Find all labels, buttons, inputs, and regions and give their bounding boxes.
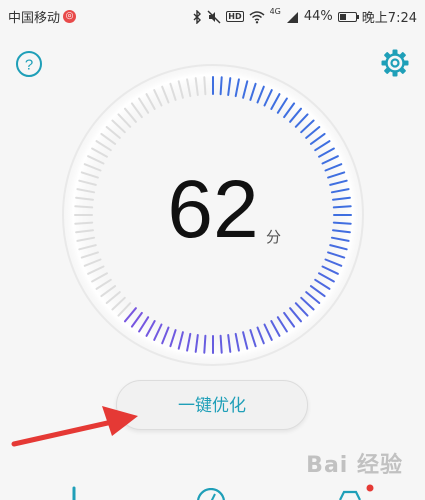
battery-level (339, 13, 347, 20)
gauge-tick (219, 76, 223, 96)
network-type: 4G (269, 7, 281, 16)
svg-text:?: ? (25, 57, 33, 74)
red-arrow-annotation (11, 406, 138, 447)
gear-icon[interactable] (380, 48, 410, 78)
battery-percent: 44% (303, 9, 333, 24)
bluetooth-icon (193, 9, 202, 24)
watermark-text: Bai 经验 (306, 453, 403, 478)
score-gauge (61, 63, 365, 367)
speed-icon[interactable] (196, 488, 226, 500)
carrier-badge-icon: ◎ (63, 10, 77, 23)
carrier-name: 中国移动 (8, 11, 61, 26)
cleaner-icon[interactable] (334, 484, 374, 500)
mute-icon (207, 10, 221, 23)
gauge-tick (332, 205, 352, 209)
status-left: 中国移动 ◎ (8, 7, 77, 26)
gauge-tick (74, 221, 94, 225)
battery-icon (337, 11, 359, 22)
gauge-tick (203, 334, 207, 354)
gauge-tick (332, 221, 352, 225)
signal-icon (286, 11, 298, 23)
hd-icon: HD (226, 11, 244, 22)
bottom-nav (0, 480, 425, 500)
status-right: HD 4G 44% 晚上7:24 (193, 7, 417, 26)
notification-dot (366, 484, 374, 492)
wifi-icon (249, 10, 265, 23)
phone-manager-screen: 中国移动 ◎ HD 4G 44% 晚上7:24 ? 62 分 一键优化 Bai … (0, 0, 425, 500)
help-icon[interactable]: ? (15, 50, 43, 78)
gauge-tick (74, 205, 94, 209)
gauge-tick (203, 76, 207, 96)
clock: 晚上7:24 (361, 11, 417, 26)
gauge-tick (219, 334, 223, 354)
status-bar: 中国移动 ◎ HD 4G 44% 晚上7:24 (0, 0, 425, 32)
thermometer-icon[interactable] (64, 486, 84, 500)
